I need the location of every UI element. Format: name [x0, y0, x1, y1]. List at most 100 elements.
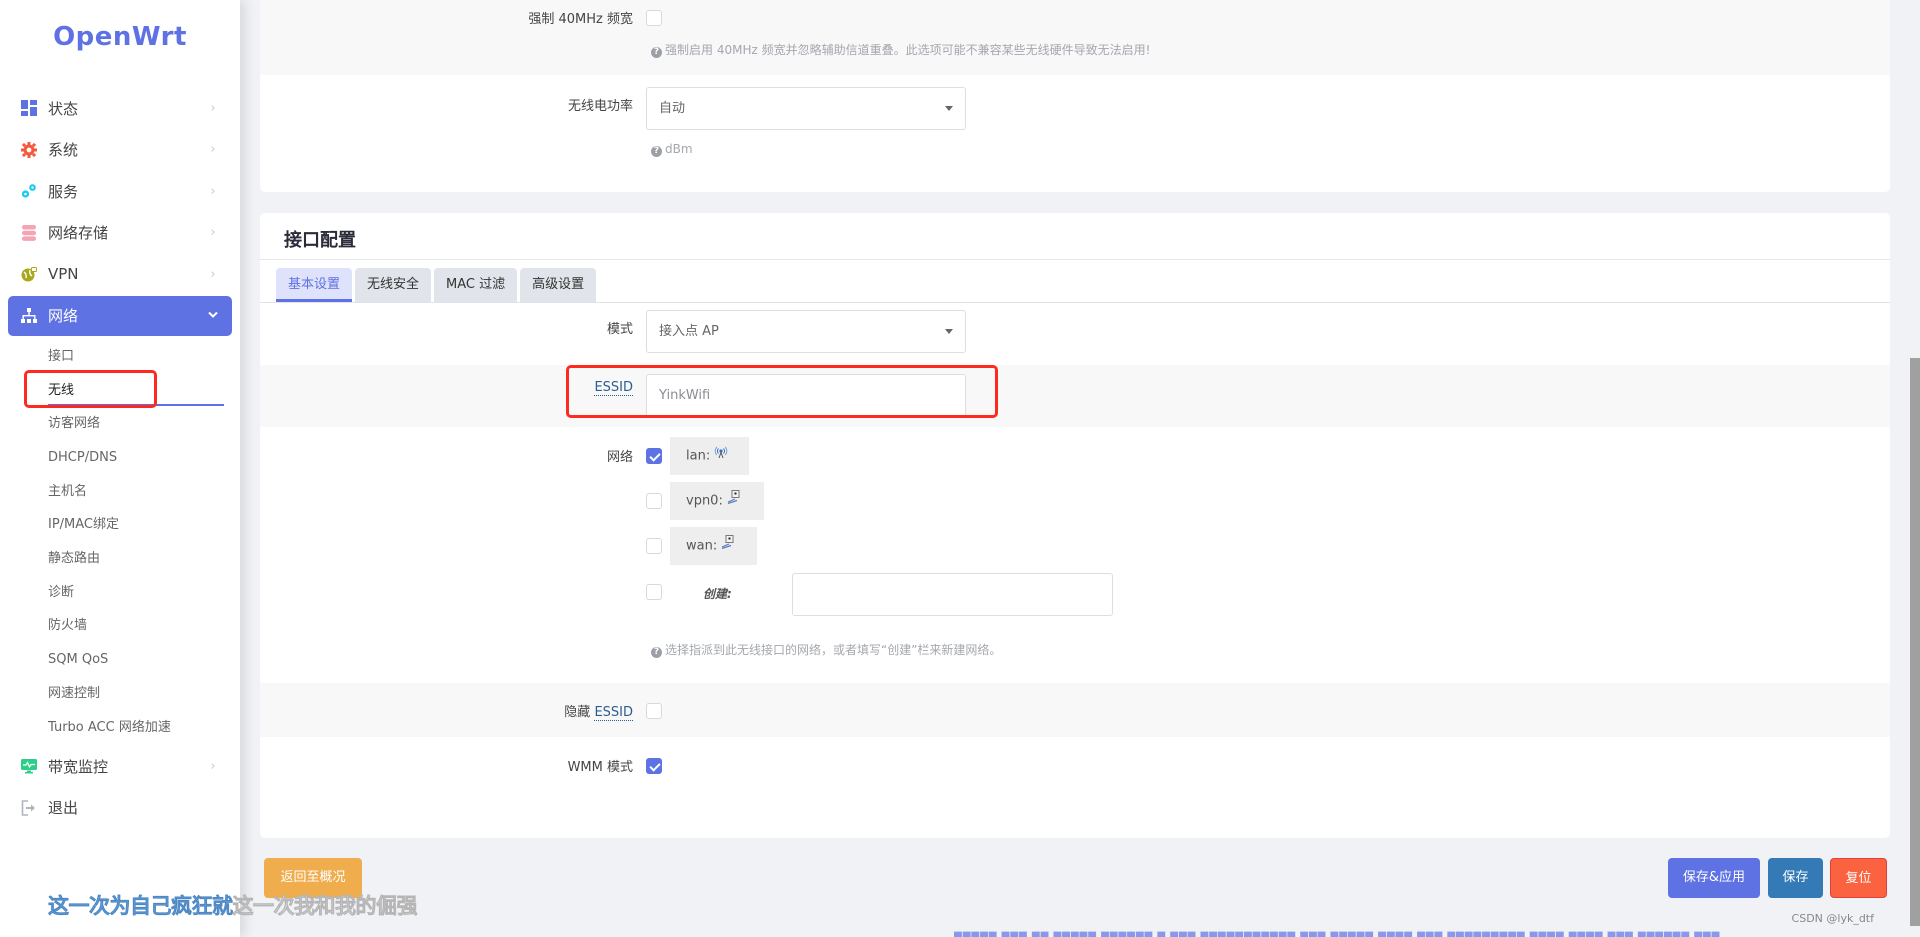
subnav-sqm-qos[interactable]: SQM QoS — [48, 643, 224, 677]
chevron-right-icon: › — [210, 183, 216, 199]
dropdown-caret-icon — [945, 106, 953, 111]
sidebar-item-label: 状态 — [48, 99, 79, 118]
subnav-turbo-acc[interactable]: Turbo ACC 网络加速 — [48, 711, 224, 745]
sidebar-item-vpn[interactable]: VPN › — [8, 254, 232, 294]
form-row-hidden-essid: 隐藏 ESSID — [260, 683, 1890, 737]
subnav-interfaces[interactable]: 接口 — [48, 340, 224, 374]
database-icon — [20, 224, 38, 242]
network-vpn0-checkbox[interactable] — [646, 493, 662, 509]
save-apply-button[interactable]: 保存&应用 — [1668, 858, 1760, 898]
tab-advanced[interactable]: 高级设置 — [520, 268, 597, 302]
mode-select[interactable]: 接入点 AP — [646, 310, 966, 353]
tab-basic[interactable]: 基本设置 — [276, 268, 353, 302]
reset-button[interactable]: 复位 — [1830, 858, 1887, 898]
subnav-dhcp-dns[interactable]: DHCP/DNS — [48, 441, 224, 475]
gears-icon — [20, 182, 38, 200]
subnav-guest-network[interactable]: 访客网络 — [48, 407, 224, 441]
interface-config-card: 接口配置 基本设置 无线安全 MAC 过滤 高级设置 模式 接入点 AP ESS… — [260, 213, 1890, 838]
globe-lock-icon — [20, 265, 38, 283]
field-label: ESSID — [594, 380, 633, 396]
sidebar-item-nas[interactable]: 网络存储 › — [8, 213, 232, 253]
question-icon: ? — [651, 47, 662, 58]
sidebar-item-label: 带宽监控 — [48, 757, 109, 776]
network-create-input[interactable] — [792, 573, 1113, 616]
form-row-txpower: 无线电功率 自动 ? dBm — [260, 75, 1890, 192]
help-text: ? 选择指派到此无线接口的网络，或者填写“创建”栏来新建网络。 — [651, 641, 1001, 658]
essid-input[interactable] — [646, 374, 966, 417]
network-chip-wan[interactable]: wan: — [670, 527, 757, 565]
save-button[interactable]: 保存 — [1768, 858, 1823, 898]
sidebar-item-system[interactable]: 系统 › — [8, 130, 232, 170]
chevron-right-icon: › — [210, 266, 216, 282]
page-footer-clipped: ▆▆▆▆▆ ▆▆▆ ▆▆ ▆▆▆▆▆ ▆▆▆▆▆▆ ▆ ▆▆▆ ▆▆▆▆▆▆▆▆… — [954, 930, 1721, 937]
sidebar-item-label: 系统 — [48, 141, 79, 160]
form-row-wmm: WMM 模式 — [260, 737, 1890, 797]
field-label: 强制 40MHz 频宽 — [528, 12, 633, 27]
monitor-icon — [20, 757, 38, 775]
main-content: 强制 40MHz 频宽 ? 强制启用 40MHz 频宽并忽略辅助信道重叠。此选项可… — [240, 0, 1920, 937]
sidebar-item-services[interactable]: 服务 › — [8, 171, 232, 211]
network-create-checkbox[interactable] — [646, 584, 662, 600]
wireless-icon — [714, 437, 728, 475]
scrollbar-thumb[interactable] — [1910, 358, 1920, 926]
chevron-down-icon — [206, 308, 220, 323]
divider — [260, 259, 1890, 260]
watermark: CSDN @lyk_dtf — [1791, 912, 1874, 925]
field-label: 隐藏 ESSID — [564, 705, 633, 721]
subnav-ip-mac-binding[interactable]: IP/MAC绑定 — [48, 508, 224, 542]
gear-icon — [20, 141, 38, 159]
sitemap-icon — [20, 307, 38, 325]
form-row-network: 网络 lan: vpn0: wan: 创建: ? 选择指派到此无线接口的网络，或者… — [260, 427, 1890, 683]
chevron-right-icon: › — [210, 758, 216, 774]
lyric-caption: 这一次为自己疯狂就这一次我和我的倔强 — [48, 894, 418, 919]
dashboard-icon — [20, 99, 38, 117]
chevron-right-icon: › — [210, 225, 216, 241]
chevron-right-icon: › — [210, 100, 216, 116]
tab-mac-filter[interactable]: MAC 过滤 — [434, 268, 518, 302]
chevron-right-icon: › — [210, 142, 216, 158]
sidebar: OpenWrt 状态 › 系统 › 服务 › 网络存储 › VPN › 网络 接… — [0, 0, 240, 937]
help-text: ? 强制启用 40MHz 频宽并忽略辅助信道重叠。此选项可能不兼容某些无线硬件导致… — [651, 41, 1150, 58]
ethernet-port-icon — [727, 482, 741, 520]
subnav-firewall[interactable]: 防火墙 — [48, 609, 224, 643]
sidebar-item-label: 网络存储 — [48, 224, 109, 243]
subnav-static-routes[interactable]: 静态路由 — [48, 542, 224, 576]
field-label: 网络 — [606, 450, 633, 465]
tab-security[interactable]: 无线安全 — [355, 268, 432, 302]
field-label: 模式 — [606, 322, 633, 337]
logout-icon — [20, 799, 38, 817]
sidebar-item-label: 服务 — [48, 182, 79, 201]
network-wan-checkbox[interactable] — [646, 538, 662, 554]
network-submenu: 接口 无线 访客网络 DHCP/DNS 主机名 IP/MAC绑定 静态路由 诊断… — [8, 340, 232, 744]
config-tabs: 基本设置 无线安全 MAC 过滤 高级设置 — [276, 268, 599, 302]
subnav-diagnostics[interactable]: 诊断 — [48, 576, 224, 610]
sidebar-item-network[interactable]: 网络 — [8, 295, 232, 336]
subnav-hostnames[interactable]: 主机名 — [48, 475, 224, 509]
sidebar-item-logout[interactable]: 退出 — [8, 788, 232, 828]
subnav-speed-control[interactable]: 网速控制 — [48, 677, 224, 711]
essid-abbr: ESSID — [594, 380, 633, 396]
force40-checkbox[interactable] — [646, 10, 662, 26]
network-chip-vpn0[interactable]: vpn0: — [670, 482, 764, 520]
ethernet-port-icon — [721, 527, 735, 565]
network-chip-lan[interactable]: lan: — [670, 437, 749, 475]
form-row-force40: 强制 40MHz 频宽 ? 强制启用 40MHz 频宽并忽略辅助信道重叠。此选项可… — [260, 0, 1890, 75]
sidebar-item-status[interactable]: 状态 › — [8, 88, 232, 128]
sidebar-item-bandwidth[interactable]: 带宽监控 › — [8, 746, 232, 786]
device-config-card: 强制 40MHz 频宽 ? 强制启用 40MHz 频宽并忽略辅助信道重叠。此选项可… — [260, 0, 1890, 192]
network-lan-checkbox[interactable] — [646, 448, 662, 464]
section-title: 接口配置 — [284, 230, 356, 251]
openwrt-logo[interactable]: OpenWrt — [0, 22, 240, 52]
wmm-checkbox[interactable] — [646, 758, 662, 774]
subnav-wireless[interactable]: 无线 — [48, 374, 224, 408]
sidebar-item-label: 退出 — [48, 799, 79, 818]
essid-abbr: ESSID — [594, 705, 633, 721]
page-scrollbar[interactable] — [1910, 0, 1920, 937]
help-text: ? dBm — [651, 142, 693, 157]
hide-essid-checkbox[interactable] — [646, 703, 662, 719]
form-row-mode: 模式 接入点 AP — [260, 303, 1890, 365]
txpower-select[interactable]: 自动 — [646, 87, 966, 130]
main-nav: 状态 › 系统 › 服务 › 网络存储 › VPN › 网络 接口 无线 访客网… — [8, 88, 232, 829]
question-icon: ? — [651, 146, 662, 157]
sidebar-item-label: VPN — [48, 265, 79, 284]
